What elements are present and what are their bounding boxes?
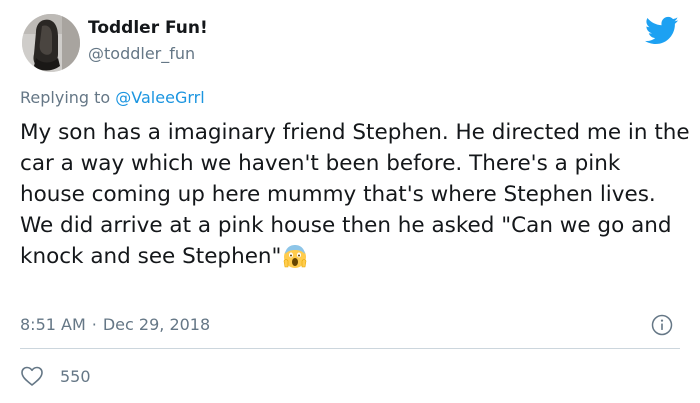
replying-to-label: Replying to xyxy=(20,88,116,107)
tweet-time: 8:51 AM xyxy=(20,315,86,334)
twitter-bird-icon[interactable] xyxy=(645,16,679,46)
face-screaming-in-fear-emoji xyxy=(282,243,308,278)
reply-mention-link[interactable]: @ValeeGrrl xyxy=(115,88,204,107)
tweet-text: My son has a imaginary friend Stephen. H… xyxy=(20,117,690,278)
tweet-card: Toddler Fun! @toddler_fun Replying to @V… xyxy=(0,0,700,403)
heart-icon xyxy=(21,366,43,386)
shoe-photo-avatar xyxy=(22,14,80,72)
tweet-date: Dec 29, 2018 xyxy=(102,315,211,334)
divider xyxy=(20,348,680,349)
tweet-body: My son has a imaginary friend Stephen. H… xyxy=(20,120,690,269)
replying-to: Replying to @ValeeGrrl xyxy=(20,88,205,107)
tweet-timestamp[interactable]: 8:51 AM · Dec 29, 2018 xyxy=(20,315,210,334)
display-name[interactable]: Toddler Fun! xyxy=(88,18,208,38)
avatar[interactable] xyxy=(22,14,80,72)
meta-separator: · xyxy=(91,315,97,334)
info-icon[interactable] xyxy=(651,314,673,336)
user-handle[interactable]: @toddler_fun xyxy=(88,44,195,63)
like-count: 550 xyxy=(60,366,91,386)
like-button[interactable]: 550 xyxy=(20,364,91,388)
